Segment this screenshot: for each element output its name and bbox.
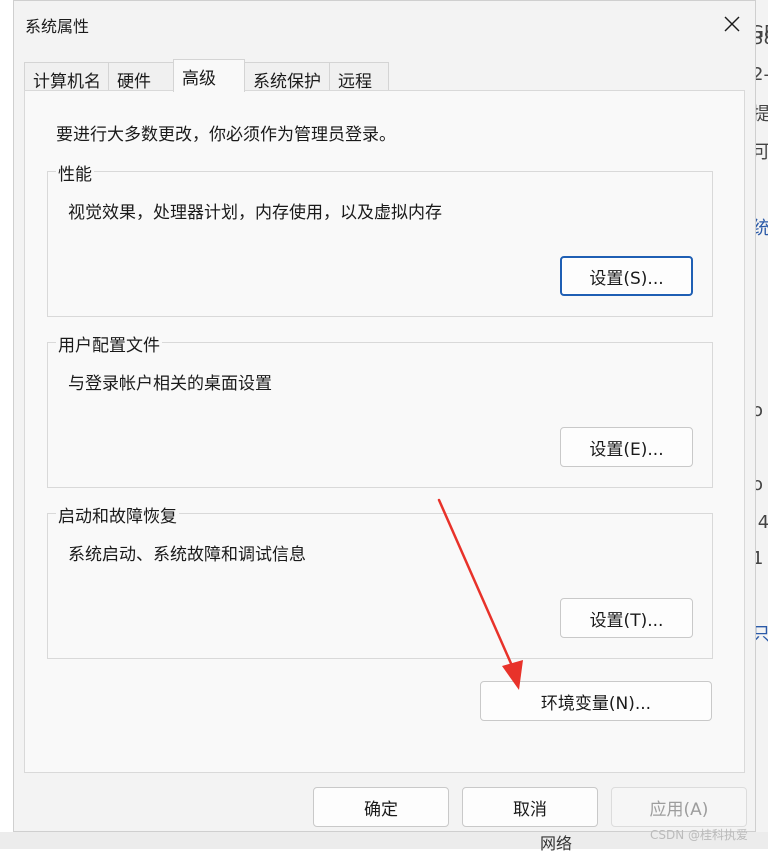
close-button[interactable] <box>715 7 749 41</box>
dialog-title: 系统属性 <box>25 17 90 36</box>
apply-button[interactable]: 应用(A) <box>611 787 747 827</box>
performance-group: 性能 视觉效果，处理器计划，内存使用，以及虚拟内存 设置(S)... <box>47 160 713 317</box>
close-icon <box>724 16 740 32</box>
startup-recovery-description: 系统启动、系统故障和调试信息 <box>68 545 306 565</box>
advanced-tab-panel: 要进行大多数更改，你必须作为管理员登录。 性能 视觉效果，处理器计划，内存使用，… <box>24 90 745 773</box>
tab-advanced[interactable]: 高级 <box>173 59 245 92</box>
ok-button[interactable]: 确定 <box>313 787 449 827</box>
tab-system-protection[interactable]: 系统保护 <box>244 62 330 92</box>
title-bar[interactable]: 系统属性 <box>14 1 755 47</box>
admin-note: 要进行大多数更改，你必须作为管理员登录。 <box>56 125 396 145</box>
startup-recovery-settings-button[interactable]: 设置(T)... <box>560 598 693 638</box>
startup-recovery-group-title: 启动和故障恢复 <box>56 502 179 527</box>
performance-group-title: 性能 <box>56 160 94 185</box>
tab-remote[interactable]: 远程 <box>329 62 389 92</box>
startup-recovery-group: 启动和故障恢复 系统启动、系统故障和调试信息 设置(T)... <box>47 502 713 659</box>
user-profiles-group: 用户配置文件 与登录帐户相关的桌面设置 设置(E)... <box>47 331 713 488</box>
tab-hardware[interactable]: 硬件 <box>108 62 174 92</box>
performance-settings-button[interactable]: 设置(S)... <box>560 256 693 296</box>
user-profiles-settings-button[interactable]: 设置(E)... <box>560 427 693 467</box>
background-bottom-text: 网络 <box>540 834 573 853</box>
watermark: CSDN @桂科执爱 <box>650 828 749 842</box>
environment-variables-button[interactable]: 环境变量(N)... <box>480 681 712 721</box>
performance-description: 视觉效果，处理器计划，内存使用，以及虚拟内存 <box>68 203 442 223</box>
tab-computer-name[interactable]: 计算机名 <box>24 62 109 92</box>
user-profiles-description: 与登录帐户相关的桌面设置 <box>68 374 272 394</box>
cancel-button[interactable]: 取消 <box>462 787 598 827</box>
user-profiles-group-title: 用户配置文件 <box>56 331 162 356</box>
system-properties-dialog: 系统属性 计算机名 硬件 高级 系统保护 远程 要进行大多数更改，你必须作为管理… <box>13 0 756 832</box>
